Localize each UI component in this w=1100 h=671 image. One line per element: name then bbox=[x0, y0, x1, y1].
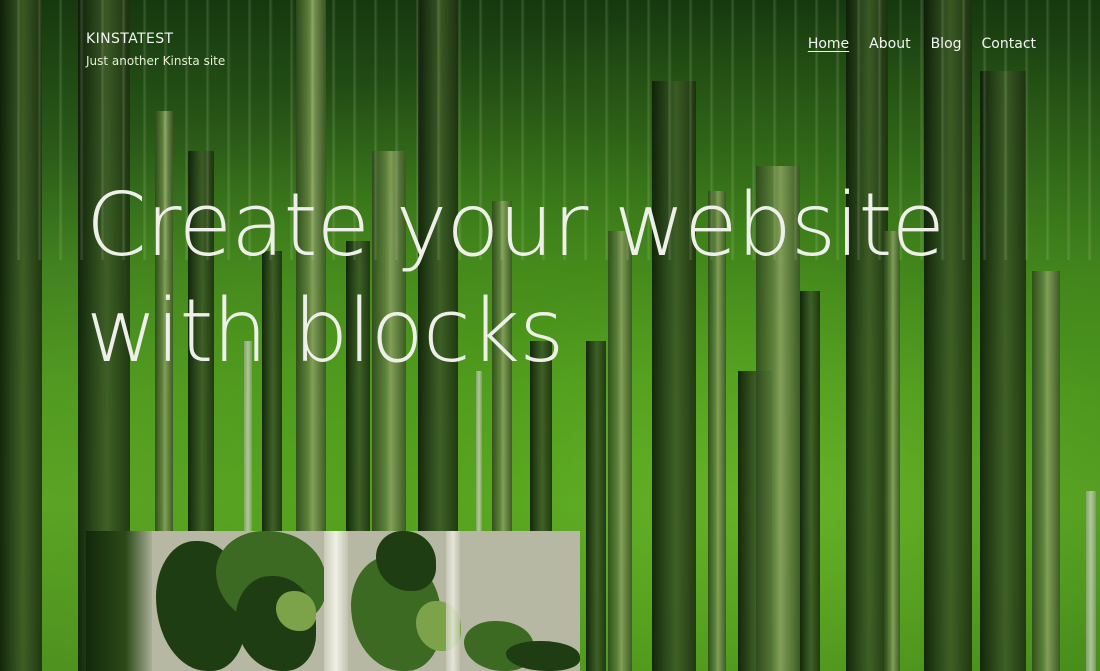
site-branding: KINSTATEST Just another Kinsta site bbox=[86, 30, 225, 68]
nav-item-about[interactable]: About bbox=[869, 35, 910, 53]
site-header: KINSTATEST Just another Kinsta site Home… bbox=[0, 0, 1100, 90]
page: KINSTATEST Just another Kinsta site Home… bbox=[0, 0, 1100, 671]
site-title-link[interactable]: KINSTATEST bbox=[86, 30, 225, 48]
primary-navigation: Home About Blog Contact bbox=[808, 35, 1036, 53]
nav-item-contact[interactable]: Contact bbox=[982, 35, 1036, 53]
nav-item-blog[interactable]: Blog bbox=[931, 35, 962, 53]
hero-heading-line-2: with blocks bbox=[86, 280, 564, 382]
nav-item-home[interactable]: Home bbox=[808, 35, 849, 53]
featured-image bbox=[86, 531, 580, 671]
hero-heading: Create your website with blocks bbox=[86, 172, 1046, 384]
site-tagline: Just another Kinsta site bbox=[86, 54, 226, 68]
hero-heading-line-1: Create your website bbox=[86, 174, 945, 276]
